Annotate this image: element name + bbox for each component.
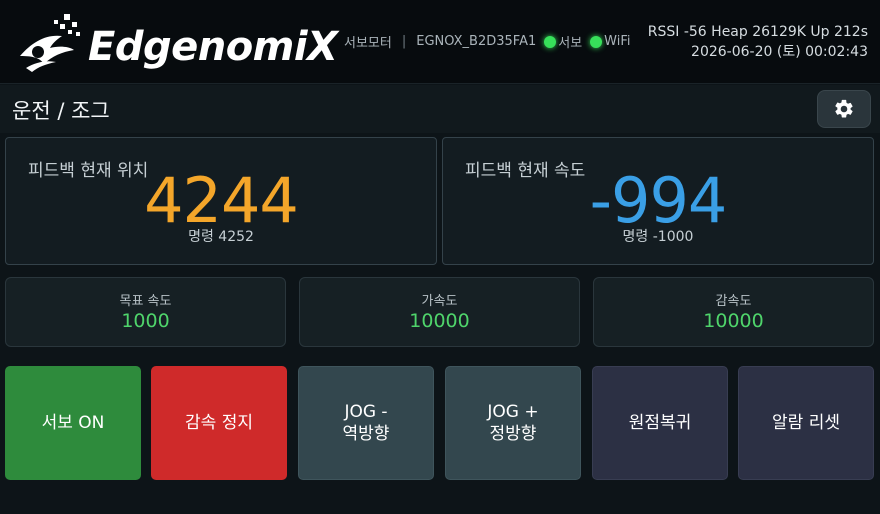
position-panel: 피드백 현재 위치 4244 명령 4252 <box>5 137 437 265</box>
title-bar: 운전 / 조그 <box>0 85 880 133</box>
brand-logo: EdgenomiX <box>16 12 338 74</box>
velocity-panel: 피드백 현재 속도 -994 명령 -1000 <box>442 137 874 265</box>
deceleration-card[interactable]: 감속도 10000 <box>593 277 874 347</box>
homing-label: 원점복귀 <box>628 413 692 433</box>
target-speed-value: 1000 <box>121 310 170 332</box>
servo-status-icon <box>544 35 557 48</box>
device-info: 서보모터 | EGNOX_B2D35FA1 서보 WiFi <box>344 32 631 51</box>
separator: | <box>401 34 407 49</box>
mode-label: 서보모터 <box>344 36 392 51</box>
wifi-status-icon <box>590 35 603 48</box>
datetime: 2026-06-20 (토) 00:02:43 <box>691 44 868 60</box>
jog-minus-button[interactable]: JOG - 역방향 <box>298 366 434 480</box>
device-id: EGNOX_B2D35FA1 <box>416 34 537 49</box>
page-title: 운전 / 조그 <box>12 99 110 123</box>
servo-on-label: 서보 ON <box>41 413 105 433</box>
jog-plus-label: JOG + <box>487 402 539 422</box>
target-speed-card[interactable]: 목표 속도 1000 <box>5 277 286 347</box>
system-stats: RSSI -56 Heap 26129K Up 212s 2026-06-20 … <box>648 22 868 62</box>
deceleration-value: 10000 <box>703 310 764 332</box>
jog-minus-label: JOG - <box>344 402 388 422</box>
alarm-reset-button[interactable]: 알람 리셋 <box>738 366 874 480</box>
acceleration-card[interactable]: 가속도 10000 <box>299 277 580 347</box>
deceleration-label: 감속도 <box>715 294 752 309</box>
target-speed-label: 목표 속도 <box>119 294 172 309</box>
logo-mark-icon <box>20 14 80 72</box>
acceleration-value: 10000 <box>409 310 470 332</box>
jog-minus-direction: 역방향 <box>342 424 390 444</box>
gear-icon <box>835 99 853 118</box>
stats-line: RSSI -56 Heap 26129K Up 212s <box>647 24 868 40</box>
servo-status-label: 서보 <box>558 36 583 51</box>
jog-plus-button[interactable]: JOG + 정방향 <box>445 366 581 480</box>
decel-stop-button[interactable]: 감속 정지 <box>151 366 287 480</box>
settings-button[interactable] <box>817 90 871 128</box>
app-header: EdgenomiX 서보모터 | EGNOX_B2D35FA1 서보 WiFi … <box>0 0 880 84</box>
decel-stop-label: 감속 정지 <box>185 413 253 433</box>
alarm-reset-label: 알람 리셋 <box>772 413 840 433</box>
jog-plus-direction: 정방향 <box>489 424 537 444</box>
velocity-command: 명령 -1000 <box>622 229 694 245</box>
wifi-status-label: WiFi <box>604 34 631 49</box>
homing-button[interactable]: 원점복귀 <box>592 366 728 480</box>
acceleration-label: 가속도 <box>421 294 458 309</box>
position-command: 명령 4252 <box>188 229 254 245</box>
brand-name: EdgenomiX <box>88 24 338 70</box>
servo-on-button[interactable]: 서보 ON <box>5 366 141 480</box>
